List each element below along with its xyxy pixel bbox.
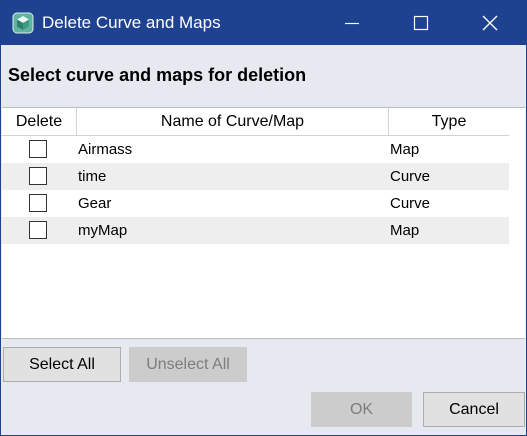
table-row[interactable]: myMap Map [2, 217, 509, 244]
maximize-icon [413, 15, 429, 31]
curve-map-type: Map [390, 141, 420, 158]
column-header-type[interactable]: Type [389, 108, 509, 135]
title-bar[interactable]: Delete Curve and Maps [1, 1, 526, 45]
minimize-button[interactable] [329, 1, 375, 45]
curve-map-name: Airmass [78, 141, 133, 158]
table-row[interactable]: time Curve [2, 163, 509, 190]
delete-checkbox[interactable] [29, 167, 47, 185]
app-cube-icon [12, 12, 34, 34]
table-row[interactable]: Airmass Map [2, 136, 509, 163]
close-button[interactable] [467, 1, 513, 45]
curve-map-name: myMap [78, 222, 128, 239]
unselect-all-button[interactable]: Unselect All [129, 347, 247, 382]
maximize-button[interactable] [398, 1, 444, 45]
close-icon [482, 15, 498, 31]
curves-maps-table[interactable]: Delete Name of Curve/Map Type Airmass Ma… [2, 107, 525, 339]
curve-map-type: Map [390, 222, 420, 239]
curve-map-name: Gear [78, 195, 112, 212]
delete-checkbox[interactable] [29, 221, 47, 239]
column-header-name[interactable]: Name of Curve/Map [77, 108, 389, 135]
cancel-button[interactable]: Cancel [423, 392, 525, 427]
table-header: Delete Name of Curve/Map Type [2, 108, 509, 136]
ok-button[interactable]: OK [311, 392, 412, 427]
delete-checkbox[interactable] [29, 140, 47, 158]
select-all-button[interactable]: Select All [3, 347, 121, 382]
minimize-icon [345, 22, 359, 25]
delete-curve-maps-dialog: Delete Curve and Maps Select curve and m… [0, 0, 527, 436]
dialog-heading: Select curve and maps for deletion [8, 65, 307, 85]
curve-map-type: Curve [390, 195, 431, 212]
curve-map-name: time [78, 168, 107, 185]
delete-checkbox[interactable] [29, 194, 47, 212]
table-row[interactable]: Gear Curve [2, 190, 509, 217]
column-header-delete[interactable]: Delete [2, 108, 77, 135]
curve-map-type: Curve [390, 168, 431, 185]
window-title: Delete Curve and Maps [42, 13, 221, 32]
